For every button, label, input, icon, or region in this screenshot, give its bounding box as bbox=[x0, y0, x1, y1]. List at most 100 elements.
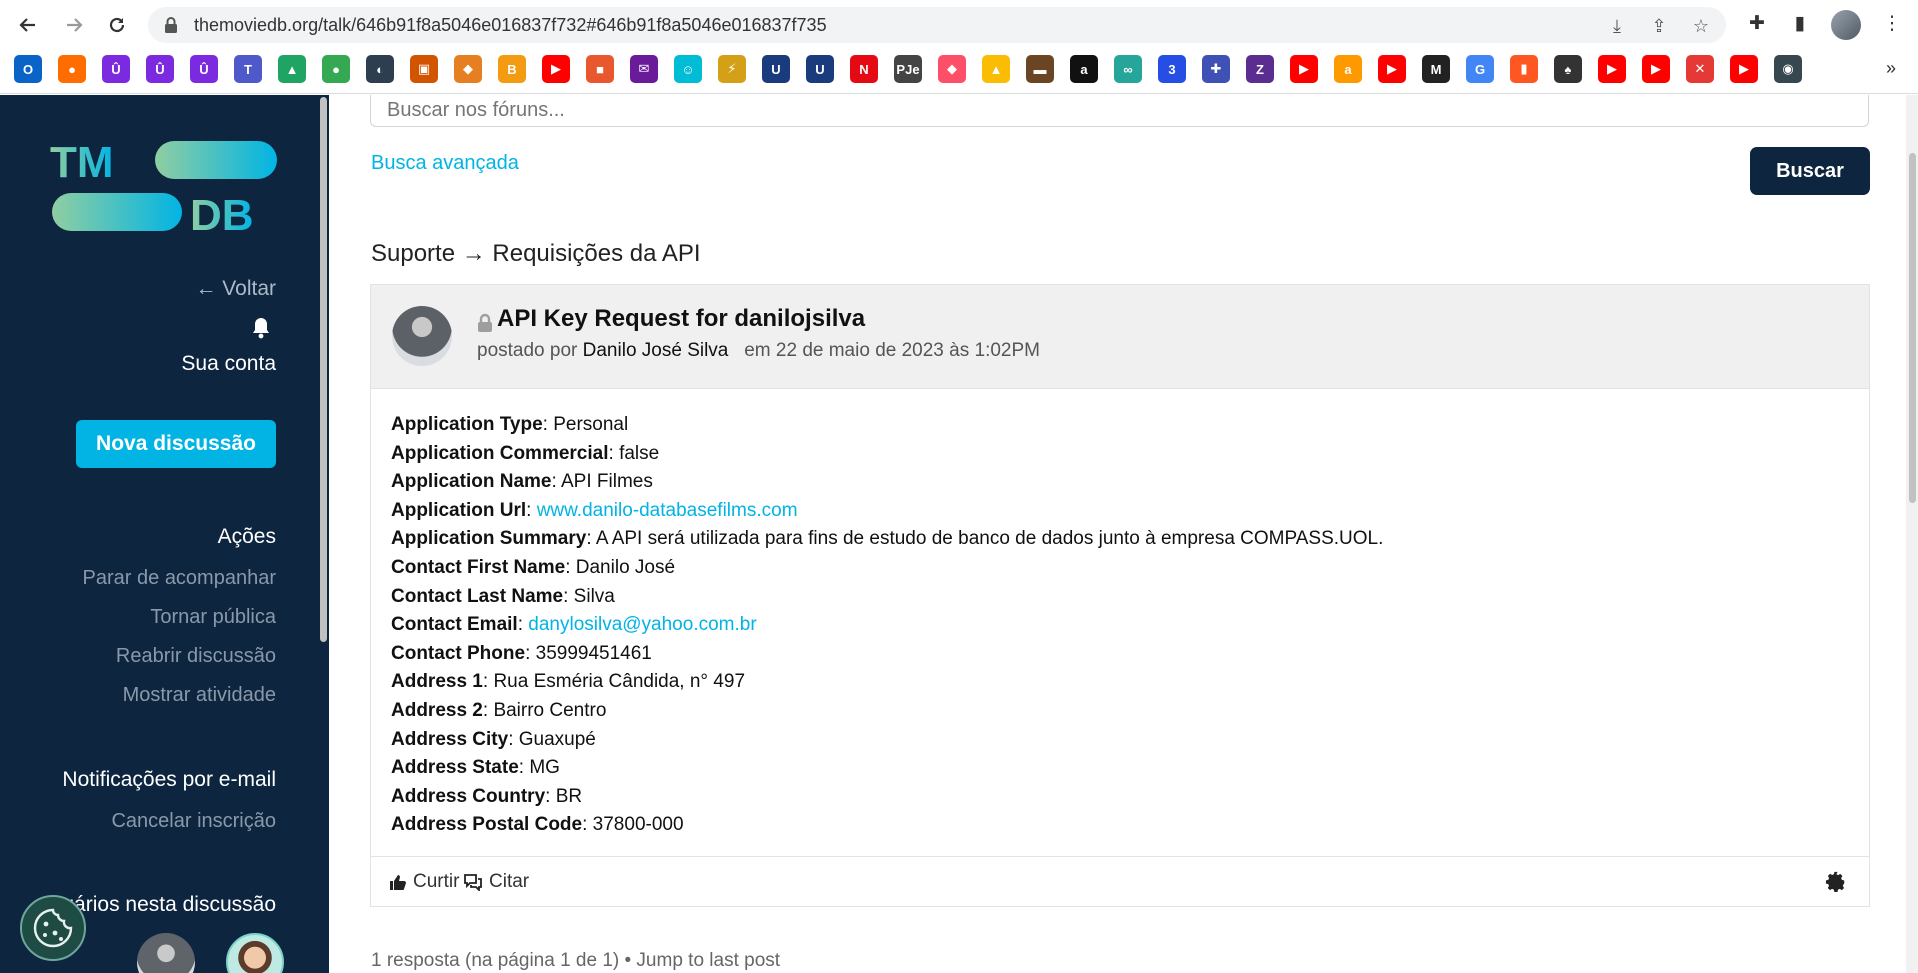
field-link[interactable]: danylosilva@yahoo.com.br bbox=[528, 614, 756, 635]
discussion-post: API Key Request for danilojsilva postado… bbox=[370, 284, 1870, 907]
forum-search-input[interactable] bbox=[371, 95, 1868, 126]
stop-following-link[interactable]: Parar de acompanhar bbox=[83, 567, 276, 590]
google-icon[interactable]: G bbox=[1466, 55, 1494, 83]
outlook-icon[interactable]: O bbox=[14, 55, 42, 83]
smiley-icon[interactable]: ☺ bbox=[674, 55, 702, 83]
field-line: Address 1: Rua Esméria Cândida, n° 497 bbox=[391, 668, 1383, 697]
z-icon[interactable]: Z bbox=[1246, 55, 1274, 83]
field-key: Address 1 bbox=[391, 671, 483, 693]
reload-icon[interactable] bbox=[103, 11, 131, 39]
like-button[interactable]: Curtir bbox=[389, 871, 459, 893]
quote-label: Citar bbox=[489, 871, 530, 892]
teams-icon[interactable]: T bbox=[234, 55, 262, 83]
field-line: Address State: MG bbox=[391, 754, 1383, 783]
flame-icon[interactable]: ◆ bbox=[454, 55, 482, 83]
side-panel-icon[interactable]: ▮ bbox=[1788, 12, 1812, 36]
firefox-icon[interactable]: ● bbox=[58, 55, 86, 83]
install-icon[interactable]: ⤓ bbox=[1606, 15, 1628, 37]
page-scroll-thumb[interactable] bbox=[1909, 153, 1916, 503]
show-activity-link[interactable]: Mostrar atividade bbox=[123, 684, 276, 707]
page-scrollbar[interactable] bbox=[1906, 95, 1918, 973]
field-value: API Filmes bbox=[561, 471, 653, 493]
youtube-icon[interactable]: ▶ bbox=[1598, 55, 1626, 83]
field-separator: : bbox=[545, 785, 556, 807]
field-line: Address City: Guaxupé bbox=[391, 726, 1383, 755]
account-link[interactable]: Sua conta bbox=[181, 352, 276, 376]
netflix-icon[interactable]: N bbox=[850, 55, 878, 83]
plug-icon[interactable]: ⚡ bbox=[718, 55, 746, 83]
gear-icon[interactable] bbox=[1825, 871, 1847, 893]
new-discussion-button[interactable]: Nova discussão bbox=[76, 420, 276, 468]
amazon-icon[interactable]: a bbox=[1334, 55, 1362, 83]
ads-icon[interactable]: ▲ bbox=[982, 55, 1010, 83]
purple-u-icon[interactable]: Û bbox=[146, 55, 174, 83]
tie-icon[interactable]: ▮ bbox=[1510, 55, 1538, 83]
drive-icon[interactable]: ▲ bbox=[278, 55, 306, 83]
field-link[interactable]: www.danilo-databasefilms.com bbox=[537, 500, 798, 521]
sidebar-scrollbar[interactable] bbox=[318, 95, 329, 973]
forward-arrow-icon[interactable] bbox=[60, 11, 88, 39]
puzzle-icon[interactable]: ✚ bbox=[1202, 55, 1230, 83]
reopen-discussion-link[interactable]: Reabrir discussão bbox=[116, 645, 276, 668]
coin-icon[interactable]: B bbox=[498, 55, 526, 83]
food-icon[interactable]: ▬ bbox=[1026, 55, 1054, 83]
contact-icon[interactable]: ▣ bbox=[410, 55, 438, 83]
make-public-link[interactable]: Tornar pública bbox=[150, 606, 276, 629]
sidebar-scroll-thumb[interactable] bbox=[320, 97, 327, 642]
svg-text:TM: TM bbox=[50, 138, 114, 187]
circle-icon[interactable]: ◐ bbox=[366, 55, 394, 83]
field-line: Application Commercial: false bbox=[391, 440, 1383, 469]
maps-icon[interactable]: ● bbox=[322, 55, 350, 83]
search-button[interactable]: Buscar bbox=[1750, 147, 1870, 195]
cookie-settings-button[interactable] bbox=[20, 895, 86, 961]
youtube-icon[interactable]: ▶ bbox=[1290, 55, 1318, 83]
mpc-icon[interactable]: M bbox=[1422, 55, 1450, 83]
youtube-icon[interactable]: ▶ bbox=[1378, 55, 1406, 83]
profile-avatar[interactable] bbox=[1831, 10, 1861, 40]
field-line: Application Name: API Filmes bbox=[391, 468, 1383, 497]
tools-icon[interactable]: ✕ bbox=[1686, 55, 1714, 83]
extensions-puzzle-icon[interactable]: ✚ bbox=[1745, 12, 1769, 36]
advanced-search-link[interactable]: Busca avançada bbox=[371, 152, 519, 175]
tinder-icon[interactable]: ◆ bbox=[938, 55, 966, 83]
quote-button[interactable]: Citar bbox=[463, 871, 529, 893]
youtube-icon[interactable]: ▶ bbox=[1642, 55, 1670, 83]
back-arrow-icon[interactable] bbox=[14, 11, 42, 39]
forum-search-box[interactable] bbox=[370, 95, 1869, 127]
bell-icon[interactable] bbox=[250, 316, 272, 340]
tmdb-logo[interactable]: TM DB bbox=[50, 137, 280, 233]
u-shield-icon[interactable]: U bbox=[762, 55, 790, 83]
amazon-a-icon[interactable]: a bbox=[1070, 55, 1098, 83]
purple-u-icon[interactable]: Û bbox=[190, 55, 218, 83]
mail-icon[interactable]: ✉ bbox=[630, 55, 658, 83]
spade-icon[interactable]: ♠ bbox=[1554, 55, 1582, 83]
cookie-icon bbox=[33, 908, 73, 948]
field-key: Address Postal Code bbox=[391, 814, 583, 836]
globe-icon[interactable]: ◉ bbox=[1774, 55, 1802, 83]
user-avatar[interactable] bbox=[226, 933, 284, 973]
address-bar[interactable]: themoviedb.org/talk/646b91f8a5046e016837… bbox=[148, 7, 1726, 43]
back-link[interactable]: ← Voltar bbox=[195, 277, 276, 301]
unsubscribe-link[interactable]: Cancelar inscrição bbox=[111, 810, 276, 833]
link-icon[interactable]: ∞ bbox=[1114, 55, 1142, 83]
youtube-icon[interactable]: ▶ bbox=[542, 55, 570, 83]
box-icon[interactable]: ■ bbox=[586, 55, 614, 83]
url-text[interactable]: themoviedb.org/talk/646b91f8a5046e016837… bbox=[194, 15, 827, 36]
browser-menu-icon[interactable]: ⋮ bbox=[1880, 12, 1904, 36]
youtube-icon[interactable]: ▶ bbox=[1730, 55, 1758, 83]
author-link[interactable]: Danilo José Silva bbox=[583, 340, 729, 361]
share-icon[interactable]: ⇪ bbox=[1648, 15, 1670, 37]
purple-u-icon[interactable]: Û bbox=[102, 55, 130, 83]
field-key: Application Type bbox=[391, 414, 543, 435]
author-avatar[interactable] bbox=[392, 306, 452, 366]
css-icon[interactable]: 3 bbox=[1158, 55, 1186, 83]
user-avatar[interactable] bbox=[137, 933, 195, 973]
more-bookmarks-icon[interactable]: » bbox=[1886, 58, 1896, 79]
u-shield-icon[interactable]: U bbox=[806, 55, 834, 83]
bookmark-star-icon[interactable]: ☆ bbox=[1690, 15, 1712, 37]
field-key: Contact Phone bbox=[391, 642, 526, 664]
post-footer: Curtir Citar bbox=[371, 856, 1869, 906]
field-value: false bbox=[619, 442, 660, 464]
pje-icon[interactable]: PJe bbox=[894, 55, 922, 83]
field-value: 35999451461 bbox=[535, 642, 652, 664]
